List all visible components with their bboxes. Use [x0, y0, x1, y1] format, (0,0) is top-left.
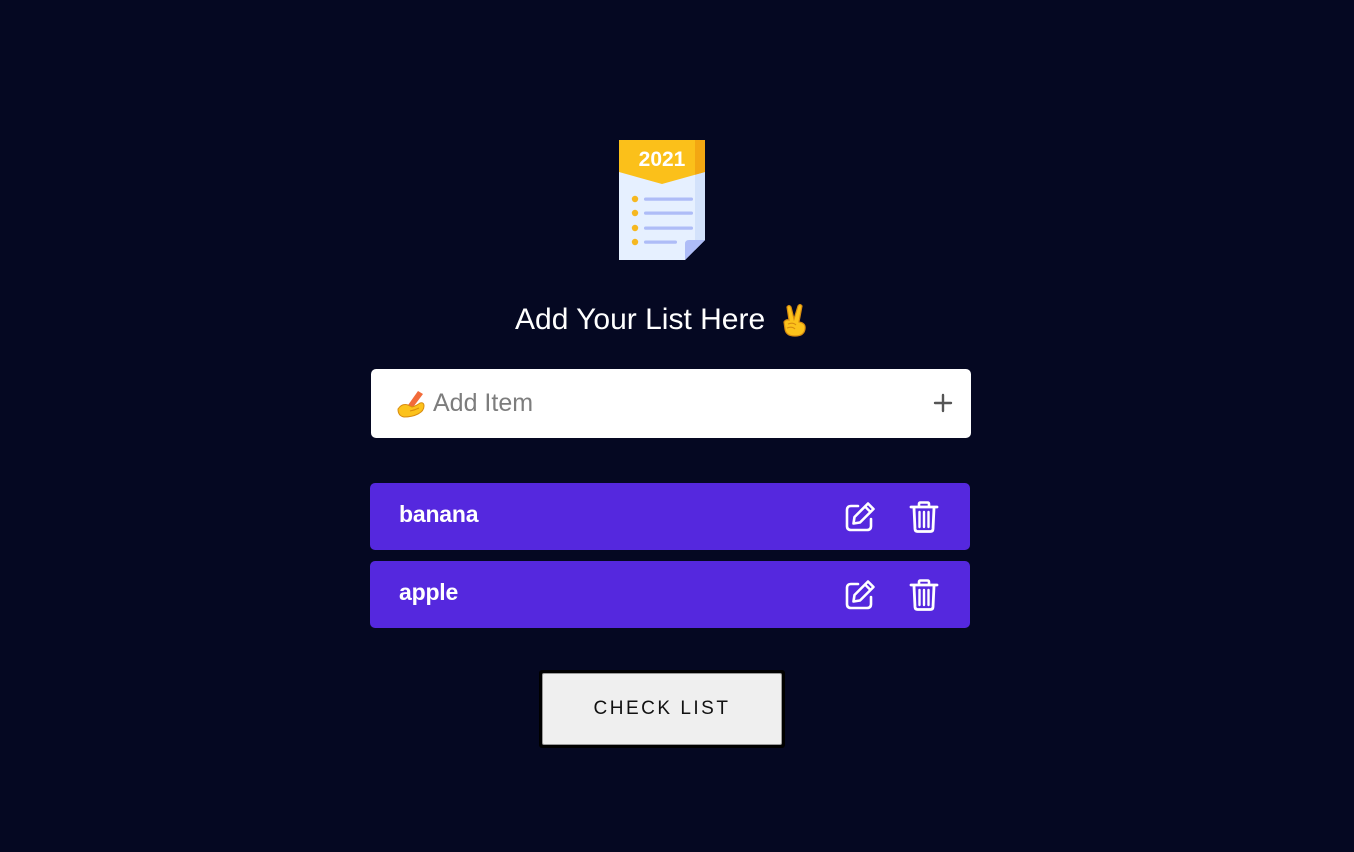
add-item-input[interactable] [433, 383, 913, 423]
trash-icon[interactable] [907, 578, 941, 612]
logo-year: 2021 [639, 148, 686, 171]
add-item-bar [371, 369, 971, 438]
plus-icon[interactable] [931, 391, 955, 415]
check-list-button[interactable]: CHECK LIST [539, 670, 785, 748]
todo-app: 2021 Add Your List Here Add Item banana … [0, 0, 1354, 852]
edit-icon[interactable] [843, 578, 877, 612]
item-label: banana [399, 501, 479, 527]
checklist-logo-icon: 2021 [619, 140, 705, 260]
trash-icon[interactable] [907, 500, 941, 534]
list-item: apple [370, 561, 970, 628]
check-list-label: CHECK LIST [542, 673, 782, 745]
item-label: apple [399, 579, 459, 605]
writing-hand-emoji-icon [397, 391, 425, 418]
edit-icon[interactable] [843, 500, 877, 534]
item-list: banana apple [370, 483, 970, 639]
victory-hand-emoji-icon [783, 303, 806, 337]
list-item: banana [370, 483, 970, 550]
heading-text: Add Your List Here [515, 303, 766, 336]
page-heading: Add Your List Here [515, 300, 809, 340]
